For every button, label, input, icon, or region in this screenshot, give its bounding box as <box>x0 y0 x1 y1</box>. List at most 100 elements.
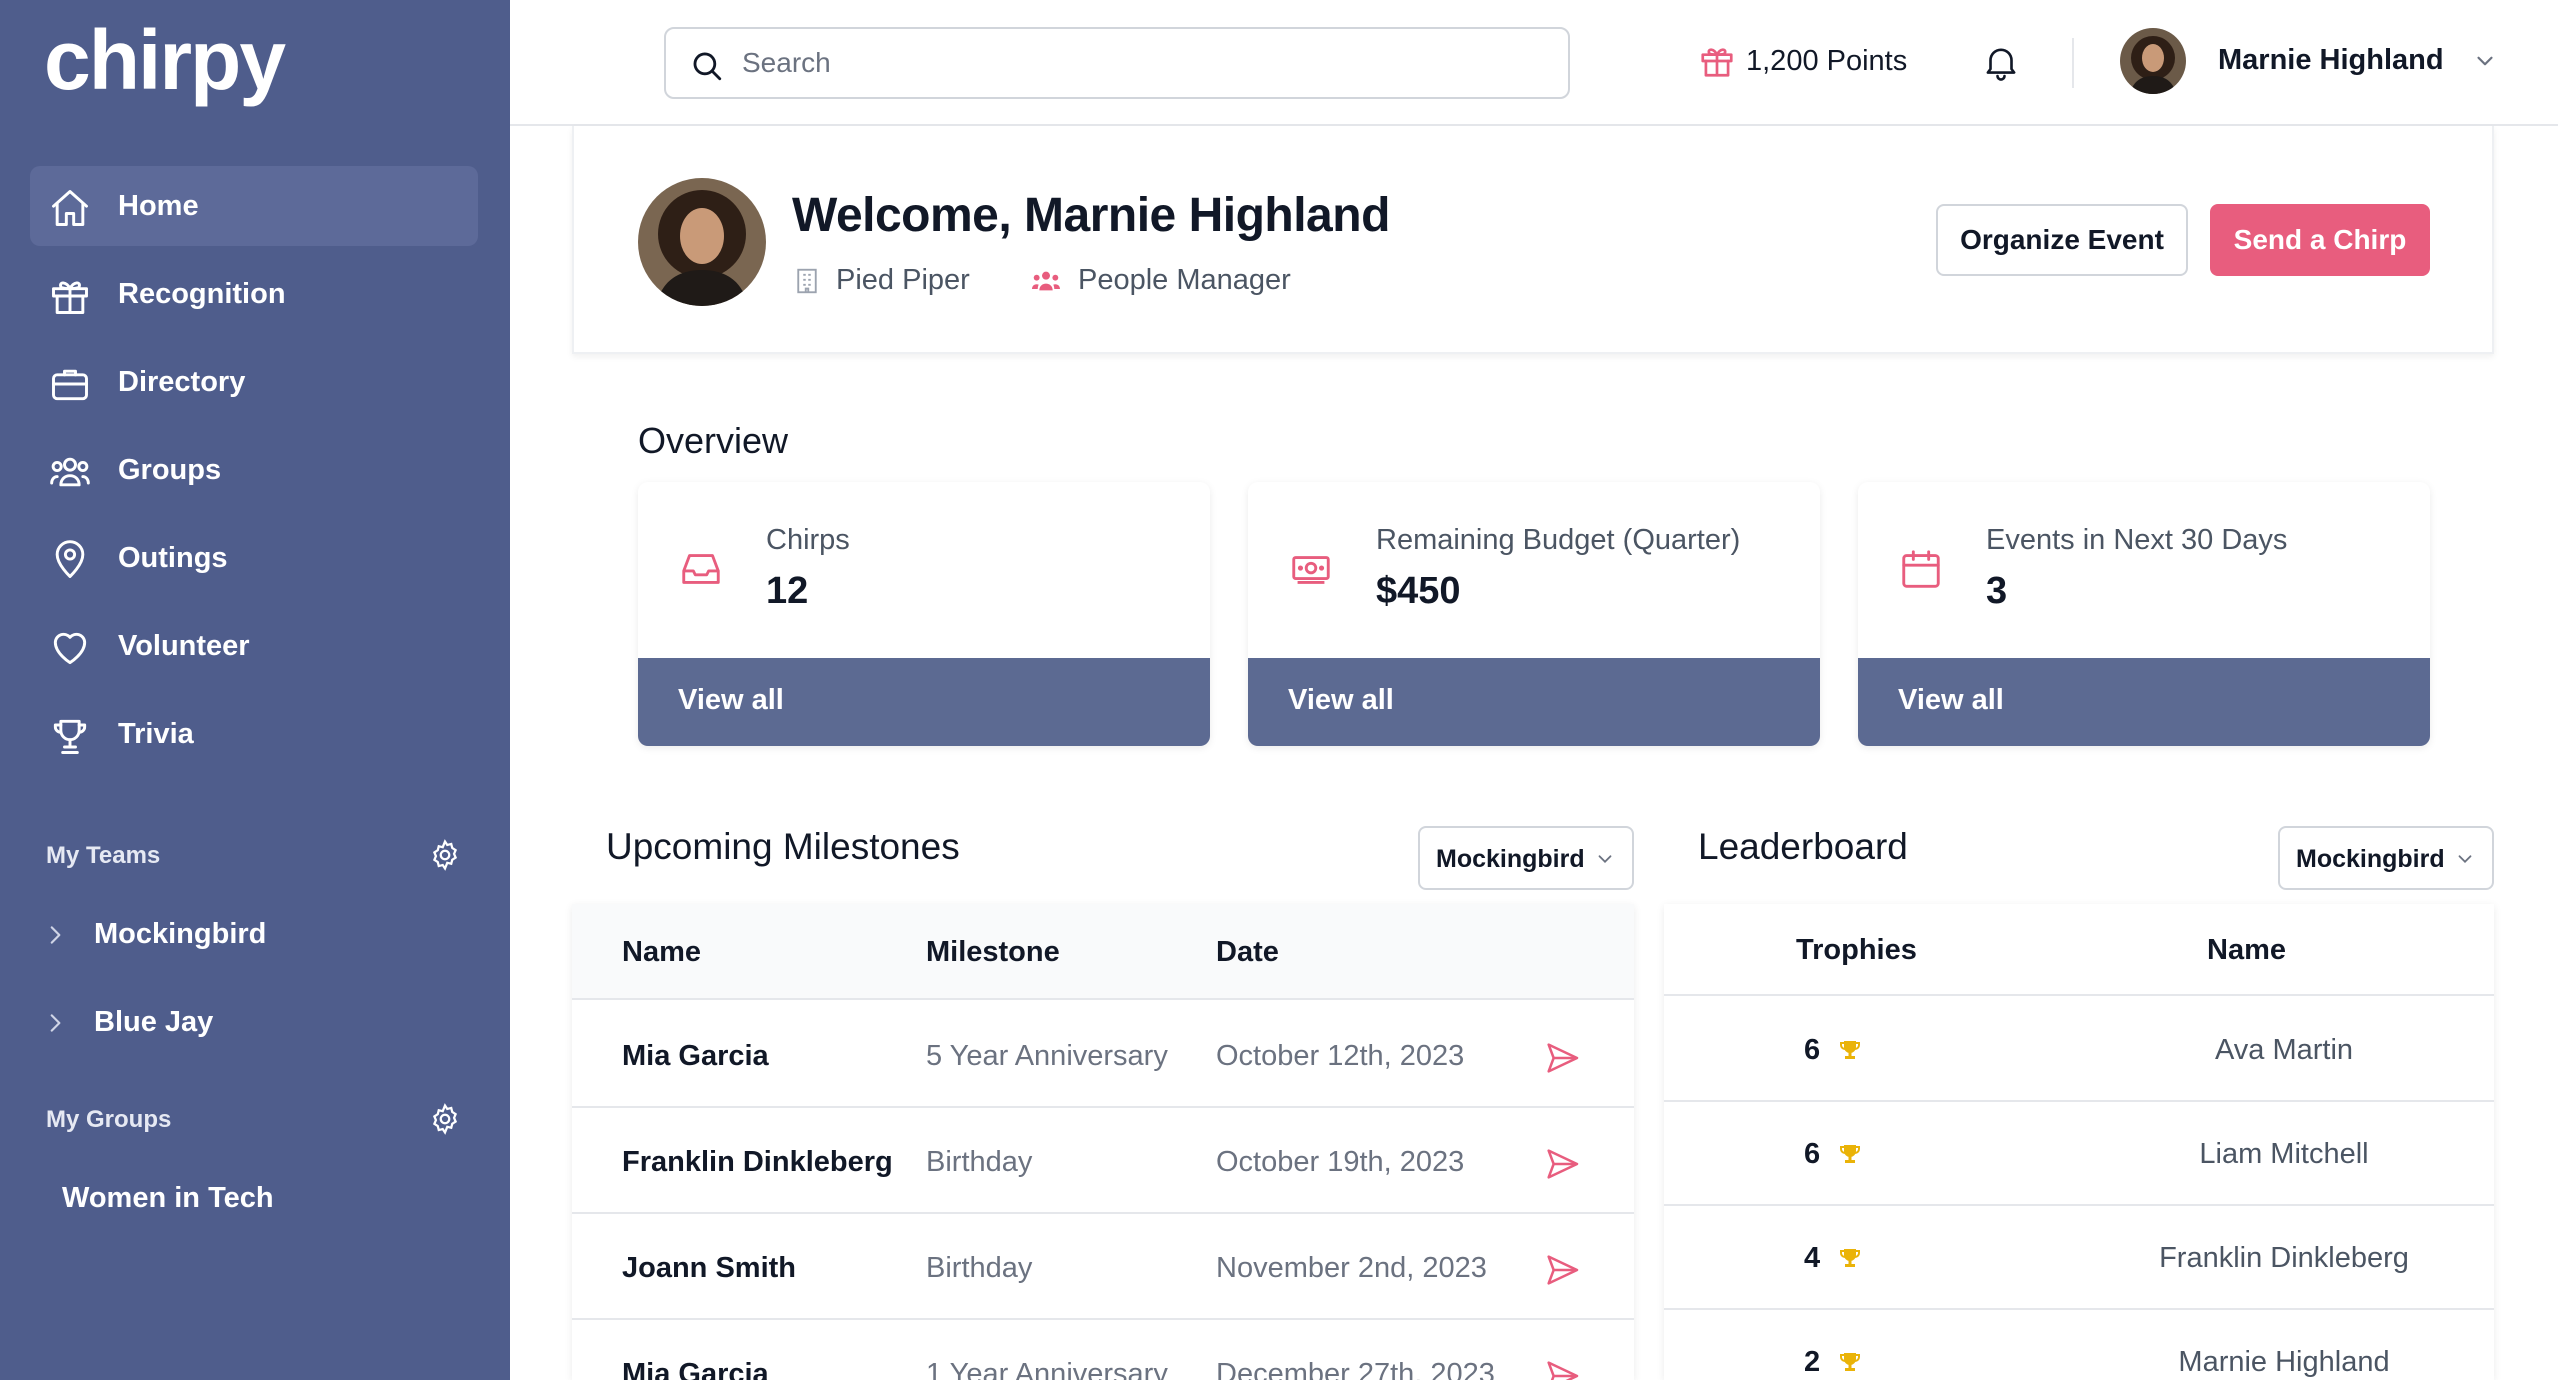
send-icon[interactable] <box>1542 1250 1582 1290</box>
column-header: Date <box>1216 936 1279 968</box>
sidebar: chirpy Home Recognition Directory Groups… <box>0 0 510 1380</box>
view-all-link[interactable]: View all <box>1858 658 2430 746</box>
table-row: Joann Smith Birthday November 2nd, 2023 <box>572 1214 1634 1320</box>
select-value: Mockingbird <box>1436 845 1585 873</box>
table-row: 6 Liam Mitchell <box>1664 1102 2494 1206</box>
overview-label: Chirps <box>766 524 850 556</box>
nav-label: Trivia <box>118 717 194 750</box>
cell-date: December 27th, 2023 <box>1216 1358 1495 1380</box>
nav-groups[interactable]: Groups <box>30 430 478 510</box>
chevron-right-icon <box>50 926 61 944</box>
user-name[interactable]: Marnie Highland <box>2218 44 2444 77</box>
send-icon[interactable] <box>1542 1144 1582 1184</box>
cell-name: Joann Smith <box>622 1252 797 1284</box>
cell-milestone: 5 Year Anniversary <box>926 1040 1168 1072</box>
home-icon <box>52 190 88 226</box>
users-icon <box>50 457 90 487</box>
send-icon[interactable] <box>1542 1356 1582 1380</box>
leaderboard-title: Leaderboard <box>1698 826 1908 867</box>
top-bar: 1,200 Points Marnie Highland <box>510 0 2558 126</box>
leaderboard-team-select[interactable]: Mockingbird <box>2278 826 2494 890</box>
overview-card-budget: Remaining Budget (Quarter) $450 View all <box>1248 482 1820 746</box>
overview-card-chirps: Chirps 12 View all <box>638 482 1210 746</box>
gift-icon <box>52 281 88 314</box>
nav-recognition[interactable]: Recognition <box>30 254 478 334</box>
points-display[interactable]: 1,200 Points <box>1698 42 1907 80</box>
cell-milestone: Birthday <box>926 1252 1033 1284</box>
overview-label: Events in Next 30 Days <box>1986 524 2288 556</box>
nav-volunteer[interactable]: Volunteer <box>30 606 478 686</box>
divider <box>2072 38 2074 88</box>
cell-milestone: 1 Year Anniversary <box>926 1358 1168 1380</box>
milestones-table: Name Milestone Date Mia Garcia 5 Year An… <box>572 904 1634 1380</box>
cell-name: Franklin Dinkleberg <box>622 1146 893 1178</box>
organize-event-button[interactable]: Organize Event <box>1936 204 2188 276</box>
cell-date: October 19th, 2023 <box>1216 1146 1465 1178</box>
send-chirp-button[interactable]: Send a Chirp <box>2210 204 2430 276</box>
team-label: Blue Jay <box>94 1006 214 1038</box>
chevron-down-icon <box>2458 855 2472 864</box>
table-header: Trophies Name <box>1664 904 2494 996</box>
trophy-count: 2 <box>1804 1346 1821 1378</box>
nav-label: Recognition <box>118 277 286 310</box>
send-icon[interactable] <box>1542 1038 1582 1078</box>
nav-label: Home <box>118 189 199 222</box>
search-input[interactable] <box>742 43 1542 83</box>
search-box[interactable] <box>664 27 1570 99</box>
nav-home[interactable]: Home <box>30 166 478 246</box>
gift-icon <box>1701 48 1733 77</box>
nav-directory[interactable]: Directory <box>30 342 478 422</box>
team-item-blue-jay[interactable]: Blue Jay <box>30 988 478 1058</box>
nav-outings[interactable]: Outings <box>30 518 478 598</box>
users-icon <box>1032 271 1060 290</box>
trophy-icon <box>53 719 87 754</box>
column-header: Milestone <box>926 936 1060 968</box>
role-meta: People Manager <box>1028 264 1291 297</box>
leaderboard-table: Trophies Name 6 Ava Martin 6 Liam Mitche… <box>1664 904 2494 1380</box>
building-icon <box>797 268 817 293</box>
table-row: 2 Marnie Highland <box>1664 1310 2494 1380</box>
view-all-label: View all <box>1898 684 2004 716</box>
briefcase-icon <box>52 369 88 401</box>
view-all-label: View all <box>1288 684 1394 716</box>
search-icon <box>693 52 722 81</box>
welcome-title: Welcome, Marnie Highland <box>792 189 1390 242</box>
cell-name: Mia Garcia <box>622 1358 769 1380</box>
nav-trivia[interactable]: Trivia <box>30 694 478 774</box>
table-row: Mia Garcia 5 Year Anniversary October 12… <box>572 1002 1634 1108</box>
overview-value: 12 <box>766 570 809 612</box>
app-logo[interactable]: chirpy <box>44 18 286 102</box>
company-name: Pied Piper <box>836 264 970 296</box>
group-label: Women in Tech <box>62 1182 274 1214</box>
team-item-mockingbird[interactable]: Mockingbird <box>30 900 478 970</box>
cell-name: Mia Garcia <box>622 1040 769 1072</box>
team-label: Mockingbird <box>94 918 267 950</box>
trophy-icon <box>1840 1145 1860 1163</box>
company-meta: Pied Piper <box>792 264 970 297</box>
trophy-icon <box>1840 1249 1860 1267</box>
milestones-team-select[interactable]: Mockingbird <box>1418 826 1634 890</box>
chevron-down-icon[interactable] <box>2472 48 2498 74</box>
leader-name: Marnie Highland <box>2178 1346 2390 1378</box>
cell-date: November 2nd, 2023 <box>1216 1252 1487 1284</box>
nav-label: Outings <box>118 541 228 574</box>
user-avatar[interactable] <box>2120 28 2186 94</box>
column-header: Name <box>2207 934 2286 966</box>
leader-name: Franklin Dinkleberg <box>2159 1242 2409 1274</box>
milestones-title: Upcoming Milestones <box>606 826 960 867</box>
leader-name: Liam Mitchell <box>2199 1138 2369 1170</box>
table-row: Franklin Dinkleberg Birthday October 19t… <box>572 1108 1634 1214</box>
table-header: Name Milestone Date <box>572 904 1634 1000</box>
trophy-count: 6 <box>1804 1138 1821 1170</box>
map-pin-icon <box>55 540 85 578</box>
chevron-right-icon <box>50 1014 61 1032</box>
heart-icon <box>53 632 87 665</box>
view-all-label: View all <box>678 684 784 716</box>
bell-icon[interactable] <box>1980 40 2022 84</box>
view-all-link[interactable]: View all <box>1248 658 1820 746</box>
gear-icon[interactable] <box>428 838 462 872</box>
my-groups-label: My Groups <box>46 1106 172 1133</box>
view-all-link[interactable]: View all <box>638 658 1210 746</box>
group-item-women-in-tech[interactable]: Women in Tech <box>30 1164 478 1234</box>
gear-icon[interactable] <box>428 1102 462 1136</box>
